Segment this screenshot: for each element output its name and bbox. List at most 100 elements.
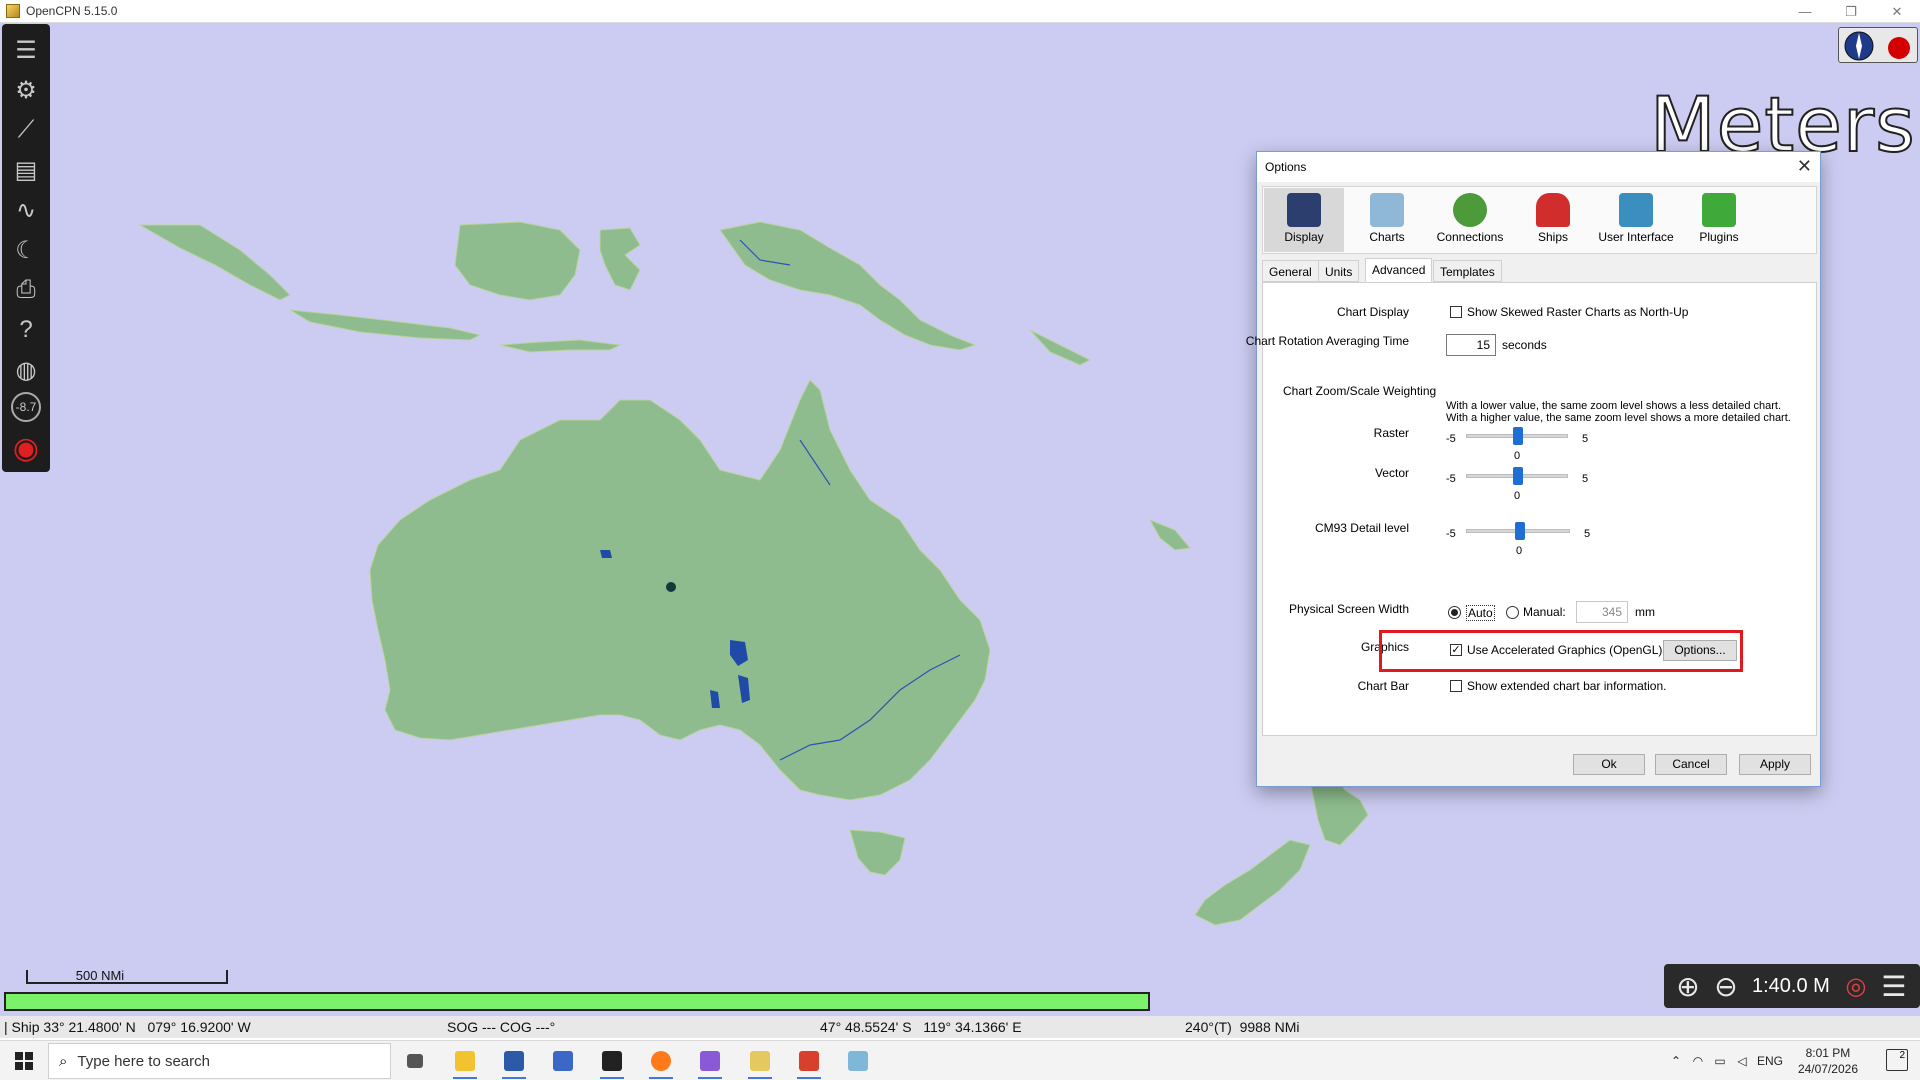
dialog-title: Options [1265, 160, 1307, 174]
task-view-icon[interactable] [395, 1045, 435, 1077]
app-icon[interactable] [789, 1045, 829, 1079]
cancel-button[interactable]: Cancel [1655, 754, 1727, 775]
status-bar: | Ship 33° 21.4800' N 079° 16.9200' W SO… [0, 1016, 1920, 1038]
tide-icon[interactable]: -8.7 [11, 392, 41, 422]
search-icon: ⌕ [59, 1052, 68, 1070]
dialog-close-icon[interactable]: ✕ [1797, 156, 1812, 177]
route-manager-icon[interactable]: ▤ [8, 152, 44, 188]
compass-widget[interactable] [1838, 27, 1918, 63]
print-icon[interactable]: ⎙ [8, 272, 44, 308]
file-explorer-icon[interactable] [445, 1045, 485, 1079]
screen-width-input[interactable]: 345 [1576, 601, 1628, 623]
zoom-scale-readout: 1:40.0 M [1752, 974, 1830, 997]
tab-ships[interactable]: Ships [1513, 188, 1593, 252]
extended-chart-bar-checkbox[interactable] [1450, 680, 1462, 692]
lesser-sunda-islands [499, 339, 622, 353]
cm93-min: -5 [1446, 528, 1456, 540]
screen-width-auto-label: Auto [1466, 605, 1495, 621]
system-tray: ⌃ ◠ ▭ ◁ ENG [1665, 1041, 1787, 1080]
rotation-unit: seconds [1502, 338, 1547, 352]
java-landmass [289, 309, 482, 341]
sog-cog: SOG --- COG ---° [447, 1019, 556, 1035]
rotation-averaging-input[interactable]: 15 [1446, 334, 1496, 356]
raster-label: Raster [1373, 426, 1409, 440]
vector-slider[interactable] [1513, 467, 1523, 485]
hamburger-menu-icon[interactable]: ☰ [1876, 968, 1912, 1004]
notification-icon[interactable]: 2 [1886, 1049, 1908, 1071]
subtab-general[interactable]: General [1262, 260, 1319, 282]
cm93-label: CM93 Detail level [1314, 521, 1409, 535]
zoom-panel: ⊕ ⊖ 1:40.0 M ◎ ☰ [1664, 964, 1920, 1008]
borneo-landmass [454, 221, 581, 301]
screen-width-label: Physical Screen Width [1288, 602, 1409, 616]
window-titlebar: OpenCPN 5.15.0 — ❐ ✕ [0, 0, 1920, 23]
cm93-slider[interactable] [1515, 522, 1525, 540]
sulawesi-landmass [599, 227, 641, 291]
screen-width-manual-radio[interactable] [1506, 606, 1519, 619]
subtab-advanced[interactable]: Advanced [1365, 258, 1433, 282]
bearing-distance: 240°(T) 9988 NMi [1185, 1019, 1300, 1035]
powershell-icon[interactable] [494, 1045, 534, 1079]
visual-studio-icon[interactable] [690, 1045, 730, 1079]
battery-icon[interactable]: ▭ [1709, 1054, 1731, 1068]
raster-max: 5 [1582, 433, 1589, 445]
new-guinea-landmass [719, 221, 977, 351]
tab-connections[interactable]: Connections [1430, 188, 1510, 252]
help-icon[interactable]: ? [8, 312, 44, 348]
chart-display-label: Chart Display [1336, 305, 1409, 319]
chart-quilt-icon[interactable]: ◎ [1838, 968, 1874, 1004]
tab-user-interface[interactable]: User Interface [1596, 188, 1676, 252]
subtab-units[interactable]: Units [1318, 260, 1360, 282]
globe-icon[interactable]: ◍ [8, 352, 44, 388]
zoom-out-icon[interactable]: ⊖ [1708, 968, 1744, 1004]
settings-icon[interactable]: ⚙ [8, 72, 44, 108]
sumatra-landmass [138, 224, 291, 301]
search-placeholder: Type here to search [77, 1052, 210, 1070]
chevron-up-icon[interactable]: ⌃ [1665, 1054, 1687, 1068]
compass-icon [1844, 31, 1910, 61]
windows-taskbar: ⌕ Type here to search ⌃ ◠ ▭ ◁ ENG 8:01 P… [0, 1040, 1920, 1080]
options-dialog: Options ✕ Display Charts Connections Shi… [1246, 151, 1821, 787]
firefox-icon[interactable] [641, 1045, 681, 1079]
clock-date: 24/07/2026 [1797, 1062, 1858, 1076]
opencpn-icon[interactable] [740, 1045, 780, 1079]
tab-plugins[interactable]: Plugins [1679, 188, 1759, 252]
zoom-in-icon[interactable]: ⊕ [1670, 968, 1706, 1004]
menu-icon[interactable]: ☰ [8, 32, 44, 68]
zoom-note-lower: With a lower value, the same zoom level … [1446, 400, 1782, 412]
terminal-icon[interactable] [592, 1045, 632, 1079]
screen-width-auto-radio[interactable] [1448, 606, 1461, 619]
mob-icon[interactable]: ◉ [8, 430, 44, 466]
ok-button[interactable]: Ok [1573, 754, 1645, 775]
tab-charts[interactable]: Charts [1347, 188, 1427, 252]
notes-icon[interactable] [838, 1045, 878, 1077]
display-icon [1287, 193, 1321, 227]
volume-icon[interactable]: ◁ [1731, 1054, 1753, 1068]
skewed-raster-text: Show Skewed Raster Charts as North-Up [1467, 305, 1689, 319]
remote-desktop-icon[interactable] [543, 1045, 583, 1077]
chart-bar[interactable] [4, 992, 1150, 1011]
opencpn-app-icon [6, 4, 20, 18]
minimize-button[interactable]: — [1782, 0, 1828, 23]
restore-button[interactable]: ❐ [1828, 0, 1874, 23]
taskbar-search-box[interactable]: ⌕ Type here to search [48, 1043, 391, 1079]
wifi-icon[interactable]: ◠ [1687, 1054, 1709, 1068]
route-icon[interactable]: ⟋ [8, 112, 44, 148]
track-icon[interactable]: ∿ [8, 192, 44, 228]
scale-bar-label: 500 NMi [75, 968, 125, 983]
apply-button[interactable]: Apply [1739, 754, 1811, 775]
close-button[interactable]: ✕ [1874, 0, 1920, 23]
window-title: OpenCPN 5.15.0 [26, 4, 118, 18]
language-indicator[interactable]: ENG [1753, 1054, 1787, 1068]
subtab-templates[interactable]: Templates [1433, 260, 1502, 282]
tab-display[interactable]: Display [1264, 188, 1344, 252]
raster-slider[interactable] [1513, 427, 1523, 445]
vector-value: 0 [1514, 490, 1521, 502]
taskbar-clock[interactable]: 8:01 PM 24/07/2026 [1798, 1045, 1858, 1077]
day-night-icon[interactable]: ☾ [8, 232, 44, 268]
skewed-raster-checkbox[interactable] [1450, 306, 1462, 318]
zoom-note-higher: With a higher value, the same zoom level… [1446, 412, 1791, 424]
start-button[interactable] [0, 1041, 48, 1080]
clock-time: 8:01 PM [1805, 1046, 1851, 1060]
vector-label: Vector [1374, 466, 1409, 480]
